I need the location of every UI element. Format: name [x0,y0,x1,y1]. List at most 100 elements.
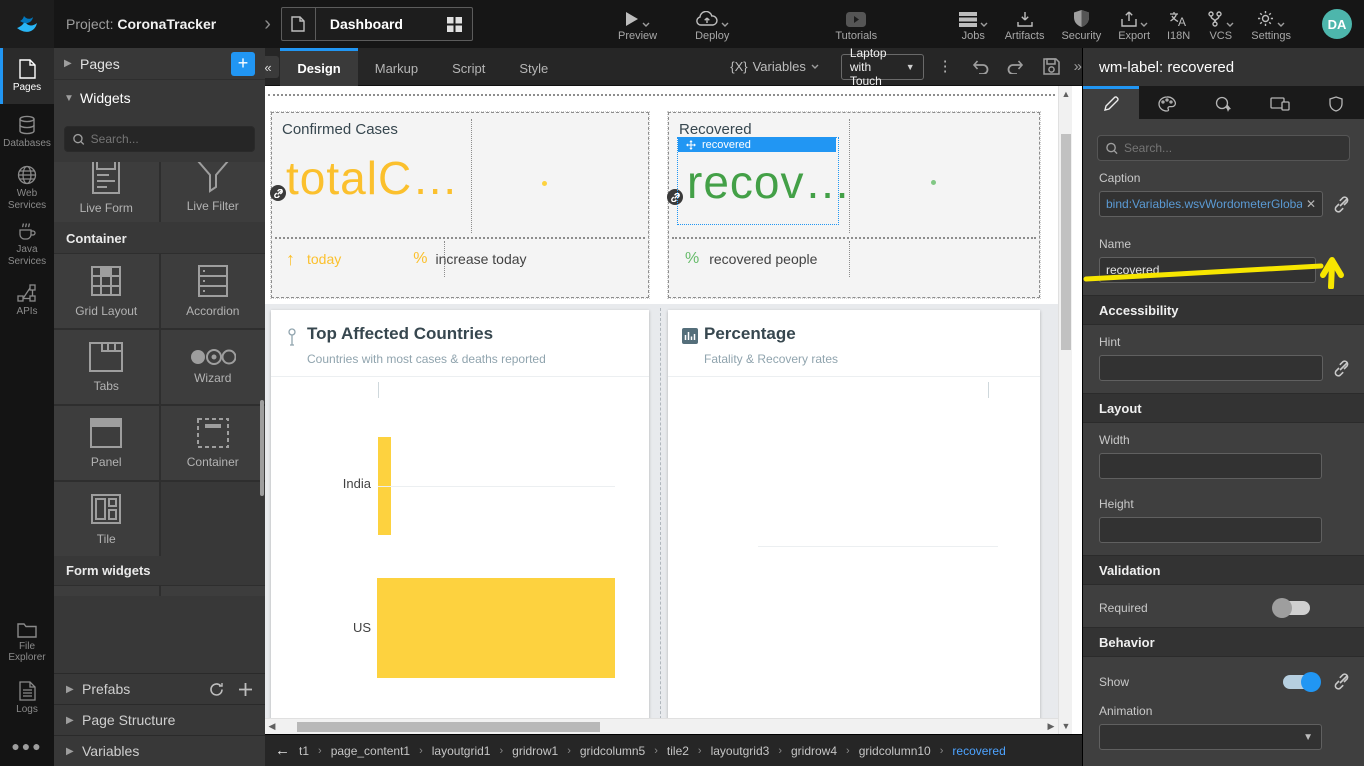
tile-confirmed-cases[interactable]: Confirmed Cases totalC… ↑ today % increa… [271,112,649,298]
breadcrumb-item[interactable]: layoutgrid3 [711,744,770,758]
selection-tag[interactable]: recovered [678,137,836,152]
more-options-icon[interactable]: ●●● [0,738,54,754]
rail-item-web-services[interactable]: WebServices [0,160,54,216]
caption-field[interactable]: bind:Variables.wsvWordometerGlobal.c ✕ [1099,191,1323,217]
panel-scrollbar[interactable] [260,400,264,496]
property-search-input[interactable] [1124,141,1341,155]
widget-container[interactable]: Container [161,406,266,480]
breadcrumb-item[interactable]: gridrow4 [791,744,837,758]
tab-styles[interactable] [1139,86,1195,119]
page-structure-section[interactable]: ▶ Page Structure [54,704,265,735]
show-toggle[interactable] [1283,675,1319,689]
rail-item-databases[interactable]: Databases [0,104,54,160]
scroll-left-icon[interactable]: ◀ [265,721,279,732]
widget-wizard[interactable]: Wizard [161,330,266,404]
i18n-button[interactable]: A I18N [1167,7,1190,42]
settings-button[interactable]: Settings [1251,7,1291,42]
variables-dropdown[interactable]: {X} Variables [730,59,819,74]
pages-section-header[interactable]: ▶ Pages + [54,48,265,80]
refresh-icon[interactable] [209,682,224,697]
increase-today-label[interactable]: increase today [435,251,526,267]
canvas-horizontal-scrollbar[interactable]: ◀ ▶ [265,718,1058,734]
jobs-button[interactable]: Jobs [959,7,988,42]
widget-search[interactable] [64,126,255,152]
card-percentage[interactable]: Percentage Fatality & Recovery rates [668,310,1040,734]
widget-tabs[interactable]: Tabs [54,330,159,404]
tab-devices[interactable] [1252,86,1308,119]
scrollbar-thumb[interactable] [297,722,600,732]
widget-live-form[interactable]: Live Form [54,162,159,222]
scroll-down-icon[interactable]: ▼ [1059,721,1073,731]
grid-view-icon[interactable] [447,17,462,32]
tab-design[interactable]: Design [280,48,357,86]
breadcrumb-item[interactable]: gridcolumn5 [580,744,645,758]
user-avatar[interactable]: DA [1322,9,1352,39]
add-prefab-icon[interactable] [238,682,253,697]
prefabs-section[interactable]: ▶ Prefabs [54,673,265,704]
tab-script[interactable]: Script [435,48,502,86]
width-field[interactable] [1099,453,1322,479]
total-cases-label[interactable]: totalC… [286,151,459,205]
vcs-button[interactable]: VCS [1207,7,1234,42]
security-button[interactable]: Security [1061,7,1101,42]
canvas-vertical-scrollbar[interactable]: ▲ ▼ [1058,86,1072,734]
bind-caption-icon[interactable] [1333,196,1350,213]
property-search[interactable] [1097,135,1350,161]
scroll-up-icon[interactable]: ▲ [1059,89,1073,99]
rail-item-java-services[interactable]: JavaServices [0,216,54,272]
breadcrumb-item-active[interactable]: recovered [952,744,1005,758]
widget-tile[interactable]: Tile [54,482,159,556]
widget-live-filter[interactable]: Live Filter [161,162,266,222]
tab-properties[interactable] [1083,86,1139,119]
scroll-right-icon[interactable]: ▶ [1044,721,1058,732]
widgets-section-header[interactable]: ▼ Widgets [54,80,265,116]
clear-binding-icon[interactable]: ✕ [1306,197,1316,211]
animation-select[interactable]: ▼ [1099,724,1322,750]
scrollbar-thumb[interactable] [1061,134,1071,350]
add-page-button[interactable]: + [231,52,255,76]
bind-hint-icon[interactable] [1333,360,1350,377]
tab-events[interactable] [1195,86,1251,119]
rail-item-apis[interactable]: APIs [0,272,54,328]
collapse-right-panel-button[interactable]: » [1074,58,1082,75]
tile-recovered[interactable]: Recovered recovered recov… % recovered p… [668,112,1040,298]
artifacts-button[interactable]: Artifacts [1005,7,1045,42]
variables-section[interactable]: ▶ Variables [54,735,265,766]
more-menu-icon[interactable]: ⋮ [938,64,953,70]
hint-field[interactable] [1099,355,1323,381]
tab-style[interactable]: Style [502,48,565,86]
name-field[interactable] [1099,257,1316,283]
undo-button[interactable] [971,59,989,74]
tab-security[interactable] [1308,86,1364,119]
breadcrumb-item[interactable]: layoutgrid1 [432,744,491,758]
breadcrumb-item[interactable]: page_content1 [331,744,410,758]
export-button[interactable]: Export [1118,7,1150,42]
tutorials-button[interactable]: Tutorials [835,7,877,42]
preview-button[interactable]: Preview [618,7,657,42]
breadcrumb-item[interactable]: gridcolumn10 [859,744,931,758]
breadcrumb-item[interactable]: t1 [299,744,309,758]
breadcrumb-item[interactable]: gridrow1 [512,744,558,758]
breadcrumb-item[interactable]: tile2 [667,744,689,758]
page-canvas[interactable]: Confirmed Cases totalC… ↑ today % increa… [265,86,1082,734]
breadcrumb-back-icon[interactable]: ← [275,742,290,759]
tab-markup[interactable]: Markup [358,48,435,86]
widget-accordion[interactable]: Accordion [161,254,266,328]
required-toggle[interactable] [1274,601,1310,615]
redo-button[interactable] [1007,59,1025,74]
bind-show-icon[interactable] [1333,673,1350,690]
widget-panel[interactable]: Panel [54,406,159,480]
widget-search-input[interactable] [91,132,246,146]
recovered-people-label[interactable]: recovered people [709,251,817,267]
today-label[interactable]: today [307,251,341,267]
rail-item-pages[interactable]: Pages [0,48,54,104]
widget-grid-layout[interactable]: Grid Layout [54,254,159,328]
rail-item-logs[interactable]: Logs [0,670,54,726]
deploy-button[interactable]: Deploy [695,7,729,42]
rail-item-file-explorer[interactable]: FileExplorer [0,614,54,670]
height-field[interactable] [1099,517,1322,543]
device-select[interactable]: Laptop with Touch ▼ [841,54,924,80]
card-top-affected-countries[interactable]: Top Affected Countries Countries with mo… [271,310,649,734]
bar-us[interactable] [377,578,615,678]
page-tab-dashboard[interactable]: Dashboard [281,7,473,41]
